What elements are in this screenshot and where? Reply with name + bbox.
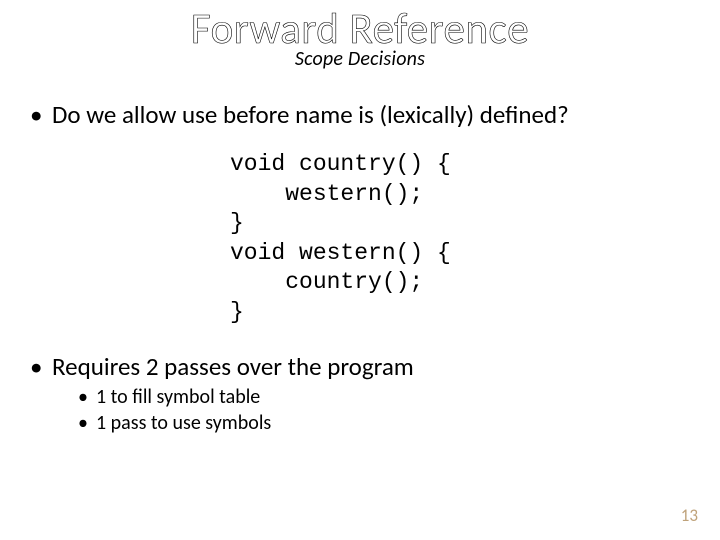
bullet-item: Do we allow use before name is (lexicall… (30, 99, 690, 130)
slide: Forward Reference Scope Decisions Do we … (0, 0, 720, 540)
bullet-item: Requires 2 passes over the program 1 to … (30, 351, 690, 436)
slide-subtitle: Scope Decisions (0, 47, 720, 71)
sub-bullet-list: 1 to fill symbol table 1 pass to use sym… (52, 384, 690, 436)
page-number: 13 (681, 505, 698, 526)
bullet-list: Do we allow use before name is (lexicall… (30, 99, 690, 130)
bullet-text: Requires 2 passes over the program (52, 351, 414, 382)
bullet-list: Requires 2 passes over the program 1 to … (30, 351, 690, 436)
body: Do we allow use before name is (lexicall… (0, 71, 720, 436)
code-block: void country() { western(); } void weste… (230, 150, 690, 327)
title-block: Forward Reference Scope Decisions (0, 0, 720, 71)
sub-bullet-item: 1 pass to use symbols (78, 410, 690, 436)
sub-bullet-item: 1 to fill symbol table (78, 384, 690, 410)
slide-title: Forward Reference (0, 6, 720, 51)
